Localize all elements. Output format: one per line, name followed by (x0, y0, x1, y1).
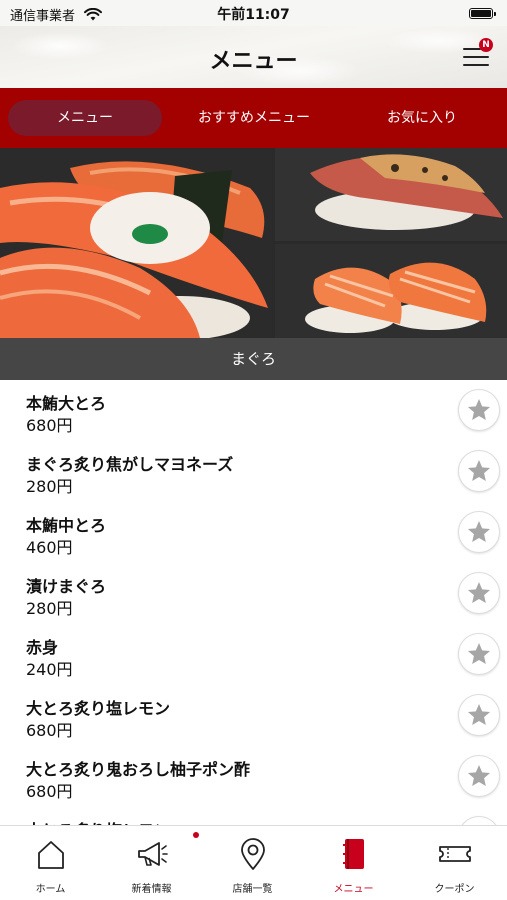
hamburger-icon-line (463, 56, 489, 58)
item-price: 680円 (26, 416, 73, 435)
battery-icon (469, 8, 496, 19)
menu-book-icon (343, 839, 364, 869)
tab-menu[interactable]: メニュー (8, 100, 162, 136)
map-pin-icon (241, 838, 265, 870)
ticket-icon (439, 846, 471, 862)
status-bar: 通信事業者 午前11:07 (0, 0, 507, 26)
shrimp-sushi-image (0, 148, 272, 338)
favorite-button[interactable] (458, 572, 500, 614)
megaphone-icon (138, 842, 168, 866)
notification-badge: N (479, 38, 493, 52)
menu-list: 本鮪大とろ 680円 まぐろ炙り焦がしマヨネーズ 280円 本鮪中とろ 460円… (0, 380, 507, 825)
item-name: 大とろ炙り塩レモン (26, 699, 171, 718)
bottom-nav: ホーム 新着情報 店舗一覧 メニュー クーポン (0, 825, 507, 900)
header: メニュー N (0, 26, 507, 88)
star-icon (467, 703, 491, 725)
favorite-button[interactable] (458, 389, 500, 431)
menu-item[interactable]: 赤身 240円 (0, 624, 507, 685)
nav-label: メニュー (333, 884, 374, 895)
favorite-button[interactable] (458, 633, 500, 675)
seared-sushi-image (275, 148, 507, 241)
item-name: まぐろ炙り焦がしマヨネーズ (26, 455, 234, 474)
item-price: 280円 (26, 477, 73, 496)
item-name: 漬けまぐろ (26, 577, 107, 596)
hamburger-menu-button[interactable]: N (463, 38, 493, 68)
item-name: 赤身 (26, 638, 59, 657)
hamburger-icon-line (463, 64, 489, 66)
item-name: 本鮪大とろ (26, 394, 107, 413)
nav-home[interactable]: ホーム (0, 826, 101, 900)
star-icon (467, 459, 491, 481)
hero-images (0, 148, 507, 338)
favorite-button[interactable] (458, 450, 500, 492)
tab-recommended[interactable]: おすすめメニュー (172, 100, 336, 136)
menu-item[interactable]: 大とろ炙り鬼おろし柚子ポン酢 680円 (0, 746, 507, 807)
new-indicator-dot (193, 832, 199, 838)
hamburger-icon-line (463, 48, 481, 50)
nav-news[interactable]: 新着情報 (101, 826, 202, 900)
salmon-sushi-image (275, 244, 507, 338)
menu-item[interactable]: 漬けまぐろ 280円 (0, 563, 507, 624)
nav-label: クーポン (434, 884, 475, 895)
item-name: 大とろ炙り鬼おろし柚子ポン酢 (26, 760, 251, 779)
nav-label: 店舗一覧 (232, 884, 273, 895)
item-price: 680円 (26, 721, 73, 740)
item-name: 中とろ炙り塩レモン (26, 817, 170, 825)
menu-item[interactable]: 大とろ炙り塩レモン 680円 (0, 685, 507, 746)
favorite-button[interactable] (458, 694, 500, 736)
item-name: 本鮪中とろ (26, 516, 107, 535)
nav-label: ホーム (35, 884, 66, 895)
item-price: 280円 (26, 599, 73, 618)
tab-favorites[interactable]: お気に入り (342, 100, 502, 136)
menu-item[interactable]: 本鮪中とろ 460円 (0, 502, 507, 563)
menu-item[interactable]: 中とろ炙り塩レモン (0, 807, 507, 825)
star-icon (467, 764, 491, 786)
status-time: 午前11:07 (217, 7, 290, 23)
tab-bar: メニュー おすすめメニュー お気に入り (0, 88, 507, 148)
nav-menu[interactable]: メニュー (303, 826, 404, 900)
item-price: 240円 (26, 660, 73, 679)
favorite-button[interactable] (458, 755, 500, 797)
nav-stores[interactable]: 店舗一覧 (202, 826, 303, 900)
home-icon (38, 841, 64, 869)
category-header: まぐろ (0, 338, 507, 380)
menu-item[interactable]: 本鮪大とろ 680円 (0, 380, 507, 441)
nav-label: 新着情報 (131, 884, 172, 895)
item-price: 460円 (26, 538, 73, 557)
favorite-button[interactable] (458, 816, 500, 825)
menu-item[interactable]: まぐろ炙り焦がしマヨネーズ 280円 (0, 441, 507, 502)
page-title: メニュー (209, 49, 298, 74)
nav-coupons[interactable]: クーポン (404, 826, 505, 900)
item-price: 680円 (26, 782, 73, 801)
star-icon (467, 520, 491, 542)
star-icon (467, 581, 491, 603)
star-icon (467, 642, 491, 664)
favorite-button[interactable] (458, 511, 500, 553)
star-icon (467, 398, 491, 420)
